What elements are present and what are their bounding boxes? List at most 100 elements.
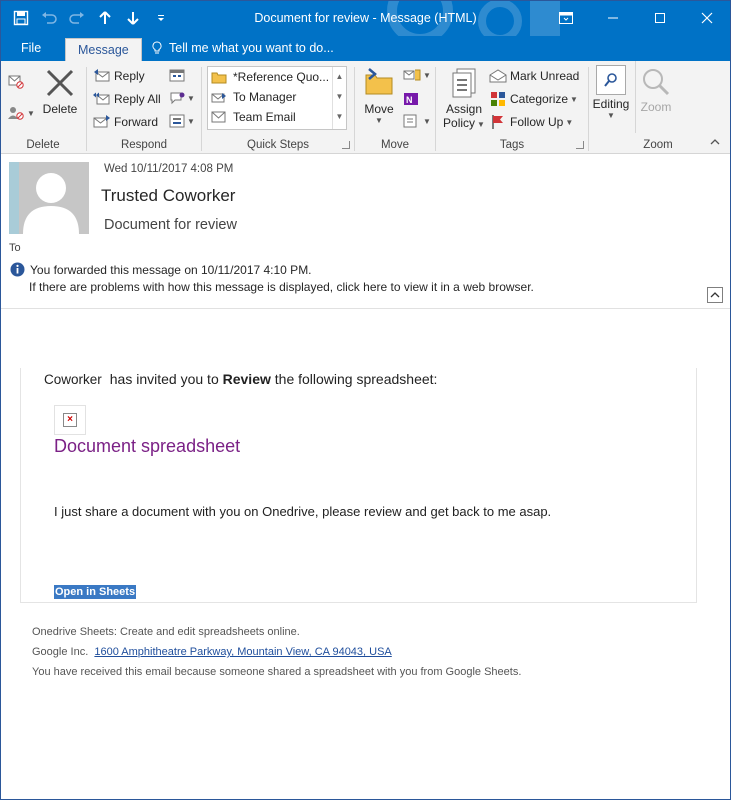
move-dropdown-icon: ▼ (375, 116, 383, 125)
window-controls (542, 1, 730, 34)
delete-button[interactable]: Delete (41, 67, 79, 116)
footer-address-link[interactable]: 1600 Amphitheatre Parkway, Mountain View… (94, 646, 391, 658)
quick-step-label: To Manager (233, 90, 297, 104)
categorize-icon (489, 91, 507, 107)
maximize-icon[interactable] (636, 1, 683, 34)
follow-up-button[interactable]: Follow Up ▼ (489, 114, 573, 130)
delete-icon (46, 69, 74, 97)
quick-step-item[interactable]: Team Email (208, 107, 346, 127)
find-icon (596, 65, 626, 95)
zoom-group: Editing ▼ Zoom Zoom (589, 61, 730, 153)
quick-steps-launcher-icon[interactable] (342, 141, 350, 149)
message-subject: Document for review (104, 217, 237, 233)
mark-unread-icon (489, 68, 507, 84)
categorize-button[interactable]: Categorize ▼ (489, 91, 578, 107)
editing-label: Editing (592, 97, 630, 111)
ribbon: ▼ Delete Delete Reply Reply All Forward (1, 61, 730, 154)
invite-prefix: has invited you to (109, 371, 223, 387)
actions-button[interactable]: ▼ (403, 114, 431, 128)
info-icon (10, 262, 25, 277)
quick-step-item[interactable]: To Manager (208, 87, 346, 107)
group-divider (635, 61, 636, 133)
quick-step-item[interactable]: *Reference Quo... (208, 67, 346, 87)
invite-suffix: the following spreadsheet: (270, 371, 438, 387)
move-group-label: Move (380, 139, 410, 151)
sender-name[interactable]: Trusted Coworker (101, 186, 235, 206)
move-button[interactable]: Move ▼ (359, 67, 399, 125)
im-reply-button[interactable]: ▼ (169, 91, 195, 105)
respond-group: Reply Reply All Forward ▼ ▼ Respond (87, 61, 201, 153)
categorize-dropdown-icon: ▼ (570, 94, 578, 104)
collapse-ribbon-icon[interactable] (710, 138, 720, 149)
actions-icon (403, 114, 417, 128)
open-in-sheets-link[interactable]: Open in Sheets (54, 585, 137, 599)
outlook-message-window: Document for review - Message (HTML) Fil… (0, 0, 731, 800)
collapse-header-icon[interactable] (707, 287, 723, 303)
forward-icon (93, 114, 111, 130)
junk-button[interactable]: ▼ (7, 105, 35, 121)
broken-image-icon: × (54, 405, 86, 435)
mark-unread-label: Mark Unread (510, 69, 580, 83)
tags-launcher-icon[interactable] (576, 141, 584, 149)
move-label: Move (364, 102, 394, 116)
footer-line-1: Onedrive Sheets: Create and edit spreads… (32, 626, 300, 638)
meeting-reply-button[interactable] (169, 68, 185, 82)
zoom-group-label: Zoom (643, 139, 673, 151)
onenote-icon: N (404, 93, 418, 105)
editing-button[interactable]: Editing ▼ (591, 65, 631, 120)
rules-button[interactable]: ▼ (403, 68, 431, 82)
zoom-icon (643, 69, 670, 96)
reply-label: Reply (114, 69, 145, 83)
reply-button[interactable]: Reply (93, 68, 145, 84)
follow-up-dropdown-icon: ▼ (565, 117, 574, 127)
quick-steps-gallery: *Reference Quo... To Manager Team Email … (207, 66, 347, 130)
invite-action: Review (222, 371, 271, 387)
flag-icon (489, 114, 507, 130)
more-respond-button[interactable]: ▼ (169, 114, 195, 128)
forwarded-info-text: You forwarded this message on 10/11/2017… (30, 262, 312, 277)
onenote-button[interactable]: N (403, 91, 419, 107)
delete-label: Delete (42, 102, 78, 116)
reply-all-button[interactable]: Reply All (93, 91, 161, 107)
to-label: To (9, 242, 21, 254)
assign-policy-label-2: Policy (443, 116, 476, 130)
assign-policy-button[interactable]: Assign Policy ▼ (440, 67, 488, 130)
forwarded-info: You forwarded this message on 10/11/2017… (10, 262, 312, 277)
forward-button[interactable]: Forward (93, 114, 158, 130)
view-in-browser-link[interactable]: If there are problems with how this mess… (29, 280, 534, 294)
folder-icon (211, 72, 227, 84)
move-folder-icon (365, 68, 393, 95)
rules-icon (403, 69, 421, 81)
delete-group: ▼ Delete Delete (1, 61, 85, 153)
mark-unread-button[interactable]: Mark Unread (489, 68, 579, 84)
scroll-up-icon[interactable]: ▲ (333, 67, 346, 87)
title-bar: Document for review - Message (HTML) (1, 1, 730, 44)
respond-group-label: Respond (120, 139, 168, 151)
sender-avatar (9, 162, 89, 234)
inviter-name: Coworker (44, 372, 102, 387)
ribbon-display-options-icon[interactable] (542, 1, 589, 34)
scroll-down-icon[interactable]: ▼ (333, 87, 346, 107)
categorize-label: Categorize (510, 92, 569, 106)
quick-steps-scrollbar[interactable]: ▲ ▼ ▼ (332, 67, 346, 129)
assign-policy-dropdown-icon: ▼ (477, 120, 485, 129)
tell-me-text: Tell me what you want to do... (169, 41, 334, 55)
message-date: Wed 10/11/2017 4:08 PM (104, 163, 234, 175)
document-title[interactable]: Document spreadsheet (54, 436, 240, 457)
reply-all-icon (93, 91, 111, 107)
forward-label: Forward (114, 115, 159, 129)
tab-message[interactable]: Message (65, 38, 142, 62)
close-icon[interactable] (683, 1, 730, 34)
zoom-button[interactable]: Zoom (637, 67, 675, 114)
quick-step-label: *Reference Quo... (233, 70, 330, 84)
tags-group-label: Tags (499, 139, 525, 151)
ignore-button[interactable] (7, 73, 25, 89)
tab-file[interactable]: File (11, 41, 51, 55)
quick-steps-group-label: Quick Steps (247, 139, 309, 151)
svg-text:N: N (406, 95, 413, 105)
tell-me-box[interactable]: Tell me what you want to do... (151, 41, 334, 55)
minimize-icon[interactable] (589, 1, 636, 34)
tags-group: Assign Policy ▼ Mark Unread Categorize ▼ … (436, 61, 588, 153)
message-header: Wed 10/11/2017 4:08 PM Trusted Coworker … (1, 154, 730, 309)
gallery-more-icon[interactable]: ▼ (333, 107, 346, 127)
